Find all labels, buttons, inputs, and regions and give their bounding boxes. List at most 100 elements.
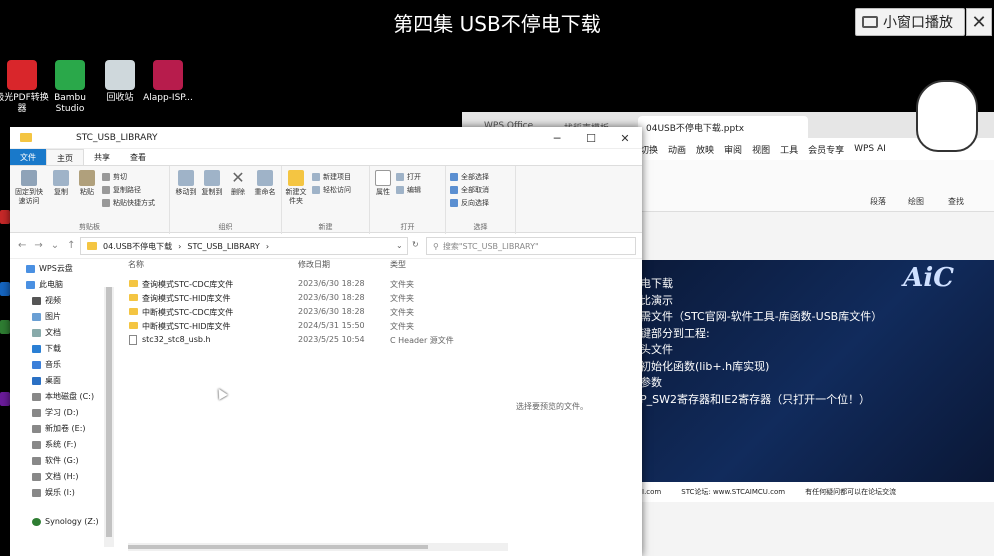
select-none-button[interactable]: 全部取消 (450, 185, 489, 195)
file-row[interactable]: 查询模式STC-CDC库文件 2023/6/30 18:28 文件夹 (122, 277, 642, 291)
tab-share[interactable]: 共享 (84, 149, 120, 165)
tab-file[interactable]: 文件 (10, 149, 46, 165)
nav-drive-e[interactable]: 新加卷 (E:) (32, 423, 86, 434)
nav-drive-c[interactable]: 本地磁盘 (C:) (32, 391, 94, 402)
file-row[interactable]: stc32_stc8_usb.h 2023/5/25 10:54 C Heade… (122, 333, 642, 347)
refresh-icon[interactable]: ↻ (412, 240, 419, 249)
column-name[interactable]: 名称 (128, 259, 144, 273)
paste-button[interactable]: 粘贴 (76, 170, 98, 197)
ribbon-drawing[interactable]: 绘图 (908, 196, 924, 207)
menu-wps-ai[interactable]: WPS AI (854, 144, 886, 154)
menu-animation[interactable]: 动画 (668, 143, 686, 156)
move-to-button[interactable]: 移动到 (174, 170, 198, 197)
folder-icon (129, 294, 138, 301)
minimize-button[interactable]: ─ (540, 127, 574, 149)
desktop-icon-label: 回收站 (106, 93, 134, 103)
copy-button[interactable]: 复制 (50, 170, 72, 197)
desktop-icon-aiapp[interactable]: Alapp-ISP... (140, 60, 196, 104)
delete-button[interactable]: ✕ 删除 (228, 170, 248, 197)
cut-button[interactable]: 剪切 (102, 172, 127, 182)
nav-drive-z[interactable]: Synology (Z:) (32, 517, 99, 526)
scissors-icon (102, 173, 110, 181)
copy-path-icon (102, 186, 110, 194)
desktop-icon-bambu[interactable]: Bambu Studio (42, 60, 98, 115)
tab-home[interactable]: 主页 (46, 149, 84, 165)
menu-member[interactable]: 会员专享 (808, 143, 844, 156)
rename-button[interactable]: 重命名 (252, 170, 278, 197)
network-drive-icon (32, 517, 41, 526)
mini-window-play-button[interactable]: 小窗口播放 (855, 8, 965, 36)
breadcrumb-segment[interactable]: STC_USB_LIBRARY (187, 242, 259, 251)
paste-shortcut-button[interactable]: 粘贴快捷方式 (102, 198, 155, 208)
properties-button[interactable]: 属性 (372, 170, 394, 197)
menu-review[interactable]: 审阅 (724, 143, 742, 156)
open-button[interactable]: 打开 (396, 172, 421, 182)
copy-to-button[interactable]: 复制到 (200, 170, 224, 197)
pin-quick-access-button[interactable]: 固定到快速访问 (14, 170, 44, 206)
scrollbar-thumb[interactable] (106, 287, 112, 537)
pin-icon (21, 170, 37, 186)
new-item-button[interactable]: 新建项目 (312, 172, 351, 182)
search-input[interactable]: ⚲ 搜索"STC_USB_LIBRARY" (426, 237, 636, 255)
nav-scrollbar[interactable] (104, 287, 114, 547)
aiapp-isp-icon (153, 60, 183, 90)
up-arrow-icon[interactable]: ↑ (67, 240, 75, 251)
nav-drive-d[interactable]: 学习 (D:) (32, 407, 79, 418)
forward-arrow-icon[interactable]: → (34, 240, 42, 251)
column-date[interactable]: 修改日期 (298, 259, 330, 273)
address-bar[interactable]: 04.USB不停电下载 › STC_USB_LIBRARY › (80, 237, 408, 255)
file-row[interactable]: 中断模式STC-HID库文件 2024/5/31 15:50 文件夹 (122, 319, 642, 333)
group-open: 属性 打开 编辑 打开 (370, 166, 446, 234)
button-label: 复制到 (201, 188, 223, 196)
column-type[interactable]: 类型 (390, 259, 406, 273)
select-all-button[interactable]: 全部选择 (450, 172, 489, 182)
nav-label: 桌面 (45, 376, 61, 385)
button-label: 反向选择 (461, 199, 489, 207)
nav-desktop[interactable]: 桌面 (32, 375, 61, 386)
select-all-icon (450, 173, 458, 181)
breadcrumb-segment[interactable]: 04.USB不停电下载 (103, 241, 172, 252)
nav-music[interactable]: 音乐 (32, 359, 61, 370)
file-type: 文件夹 (390, 280, 414, 289)
edit-button[interactable]: 编辑 (396, 185, 421, 195)
nav-drive-i[interactable]: 娱乐 (I:) (32, 487, 75, 498)
nav-videos[interactable]: 视频 (32, 295, 61, 306)
tab-view[interactable]: 查看 (120, 149, 156, 165)
ribbon-paragraph[interactable]: 段落 (870, 196, 886, 207)
invert-selection-button[interactable]: 反向选择 (450, 198, 489, 208)
back-arrow-icon[interactable]: ← (18, 240, 26, 251)
close-button[interactable]: ✕ (608, 127, 642, 149)
menu-transition[interactable]: 切换 (640, 143, 658, 156)
file-row[interactable]: 中断模式STC-CDC库文件 2023/6/30 18:28 文件夹 (122, 305, 642, 319)
menu-view[interactable]: 视图 (752, 143, 770, 156)
nav-documents[interactable]: 文档 (32, 327, 61, 338)
tab-pptx[interactable]: 04USB不停电下载.pptx (638, 116, 808, 138)
menu-tools[interactable]: 工具 (780, 143, 798, 156)
close-video-button[interactable]: ✕ (966, 8, 992, 36)
nav-wps-cloud[interactable]: WPS云盘 (26, 263, 73, 274)
nav-drive-f[interactable]: 系统 (F:) (32, 439, 76, 450)
file-name: 查询模式STC-CDC库文件 (142, 280, 234, 289)
copy-path-button[interactable]: 复制路径 (102, 185, 141, 195)
open-icon (396, 173, 404, 181)
nav-label: 视频 (45, 296, 61, 305)
menu-slideshow[interactable]: 放映 (696, 143, 714, 156)
nav-downloads[interactable]: 下载 (32, 343, 61, 354)
horizontal-scrollbar[interactable] (128, 543, 508, 551)
slide-line: 比演示 (640, 293, 673, 307)
easy-access-button[interactable]: 轻松访问 (312, 185, 351, 195)
chevron-down-icon[interactable]: ⌄ (396, 241, 403, 250)
invert-selection-icon (450, 199, 458, 207)
nav-drive-g[interactable]: 软件 (G:) (32, 455, 79, 466)
scrollbar-thumb[interactable] (128, 545, 428, 549)
file-row[interactable]: 查询模式STC-HID库文件 2023/6/30 18:28 文件夹 (122, 291, 642, 305)
nav-this-pc[interactable]: 此电脑 (26, 279, 63, 290)
nav-pictures[interactable]: 图片 (32, 311, 61, 322)
new-item-icon (312, 173, 320, 181)
ribbon-find[interactable]: 查找 (948, 196, 964, 207)
nav-drive-h[interactable]: 文档 (H:) (32, 471, 79, 482)
maximize-button[interactable]: ☐ (574, 127, 608, 149)
button-label: 轻松访问 (323, 186, 351, 194)
new-folder-button[interactable]: 新建文件夹 (284, 170, 308, 206)
chevron-down-icon[interactable]: ⌄ (51, 240, 59, 251)
